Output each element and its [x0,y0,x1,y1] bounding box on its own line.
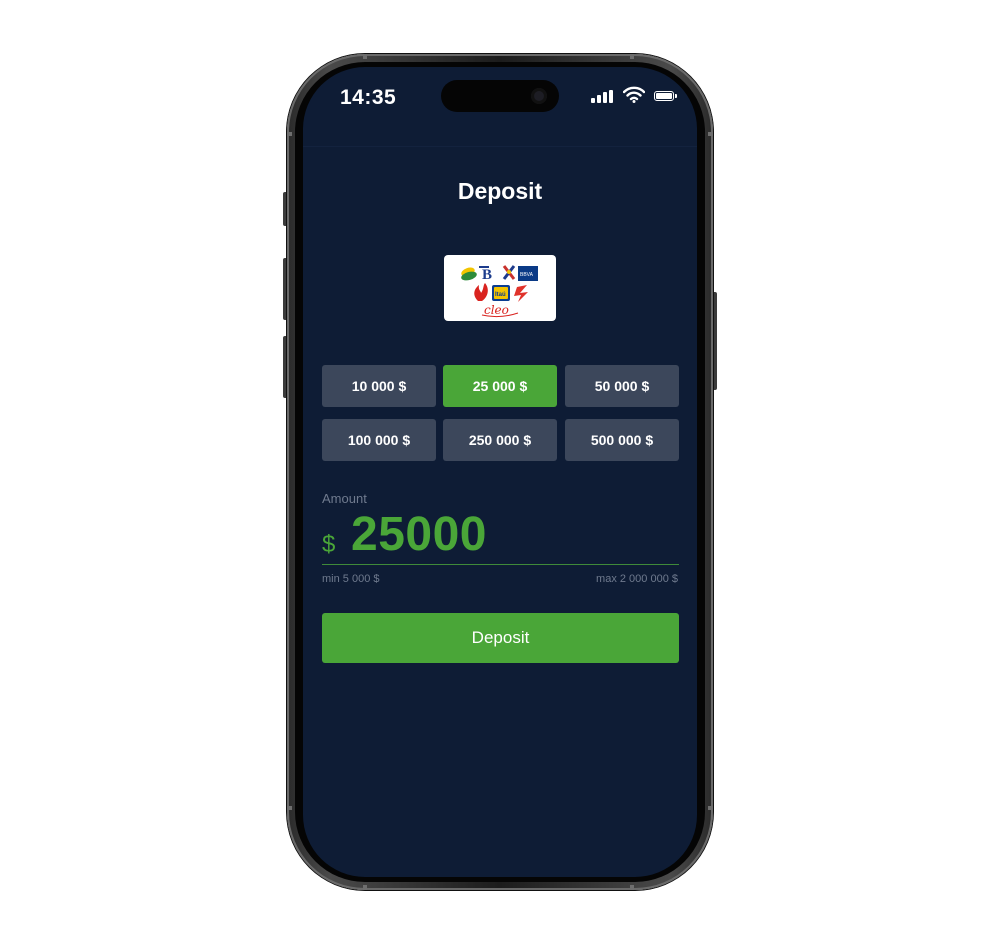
header-divider [303,146,697,147]
amount-input-underline [322,564,679,565]
cleo-logo-text: cleo [484,303,509,317]
stage: 14:35 Deposit B BBVA Itaú cleo 10 000 $ … [0,0,1000,942]
antenna-band [708,132,713,136]
antenna-band [630,54,634,59]
svg-text:Itaú: Itaú [495,292,506,298]
amount-option-25000[interactable]: 25 000 $ [443,365,557,407]
status-time: 14:35 [340,86,397,109]
currency-symbol: $ [322,531,336,558]
cellular-signal-icon [591,90,613,103]
min-amount-text: min 5 000 $ [322,573,380,585]
front-camera-icon [531,88,547,104]
payment-method-card[interactable]: B BBVA Itaú cleo [444,255,556,321]
antenna-band [363,54,367,59]
amount-label: Amount [322,491,367,506]
amount-input[interactable]: 25000 [351,507,487,562]
dynamic-island [441,80,559,112]
amount-option-250000[interactable]: 250 000 $ [443,419,557,461]
antenna-band [287,132,292,136]
antenna-band [630,885,634,890]
bank-logos-icon: B BBVA Itaú cleo [461,265,538,318]
amount-option-100000[interactable]: 100 000 $ [322,419,436,461]
page-title: Deposit [457,178,543,204]
max-amount-text: max 2 000 000 $ [596,573,678,585]
antenna-band [287,806,292,810]
svg-text:B: B [482,267,492,283]
phone-screen: 14:35 Deposit B BBVA Itaú cleo 10 000 $ … [303,67,697,877]
svg-text:BBVA: BBVA [520,272,534,278]
amount-option-50000[interactable]: 50 000 $ [565,365,679,407]
deposit-button[interactable]: Deposit [322,613,679,663]
antenna-band [708,806,713,810]
wifi-icon [622,86,646,108]
battery-icon [654,91,677,101]
amount-option-10000[interactable]: 10 000 $ [322,365,436,407]
amount-option-500000[interactable]: 500 000 $ [565,419,679,461]
status-bar: 14:35 [303,67,697,127]
antenna-band [363,885,367,890]
